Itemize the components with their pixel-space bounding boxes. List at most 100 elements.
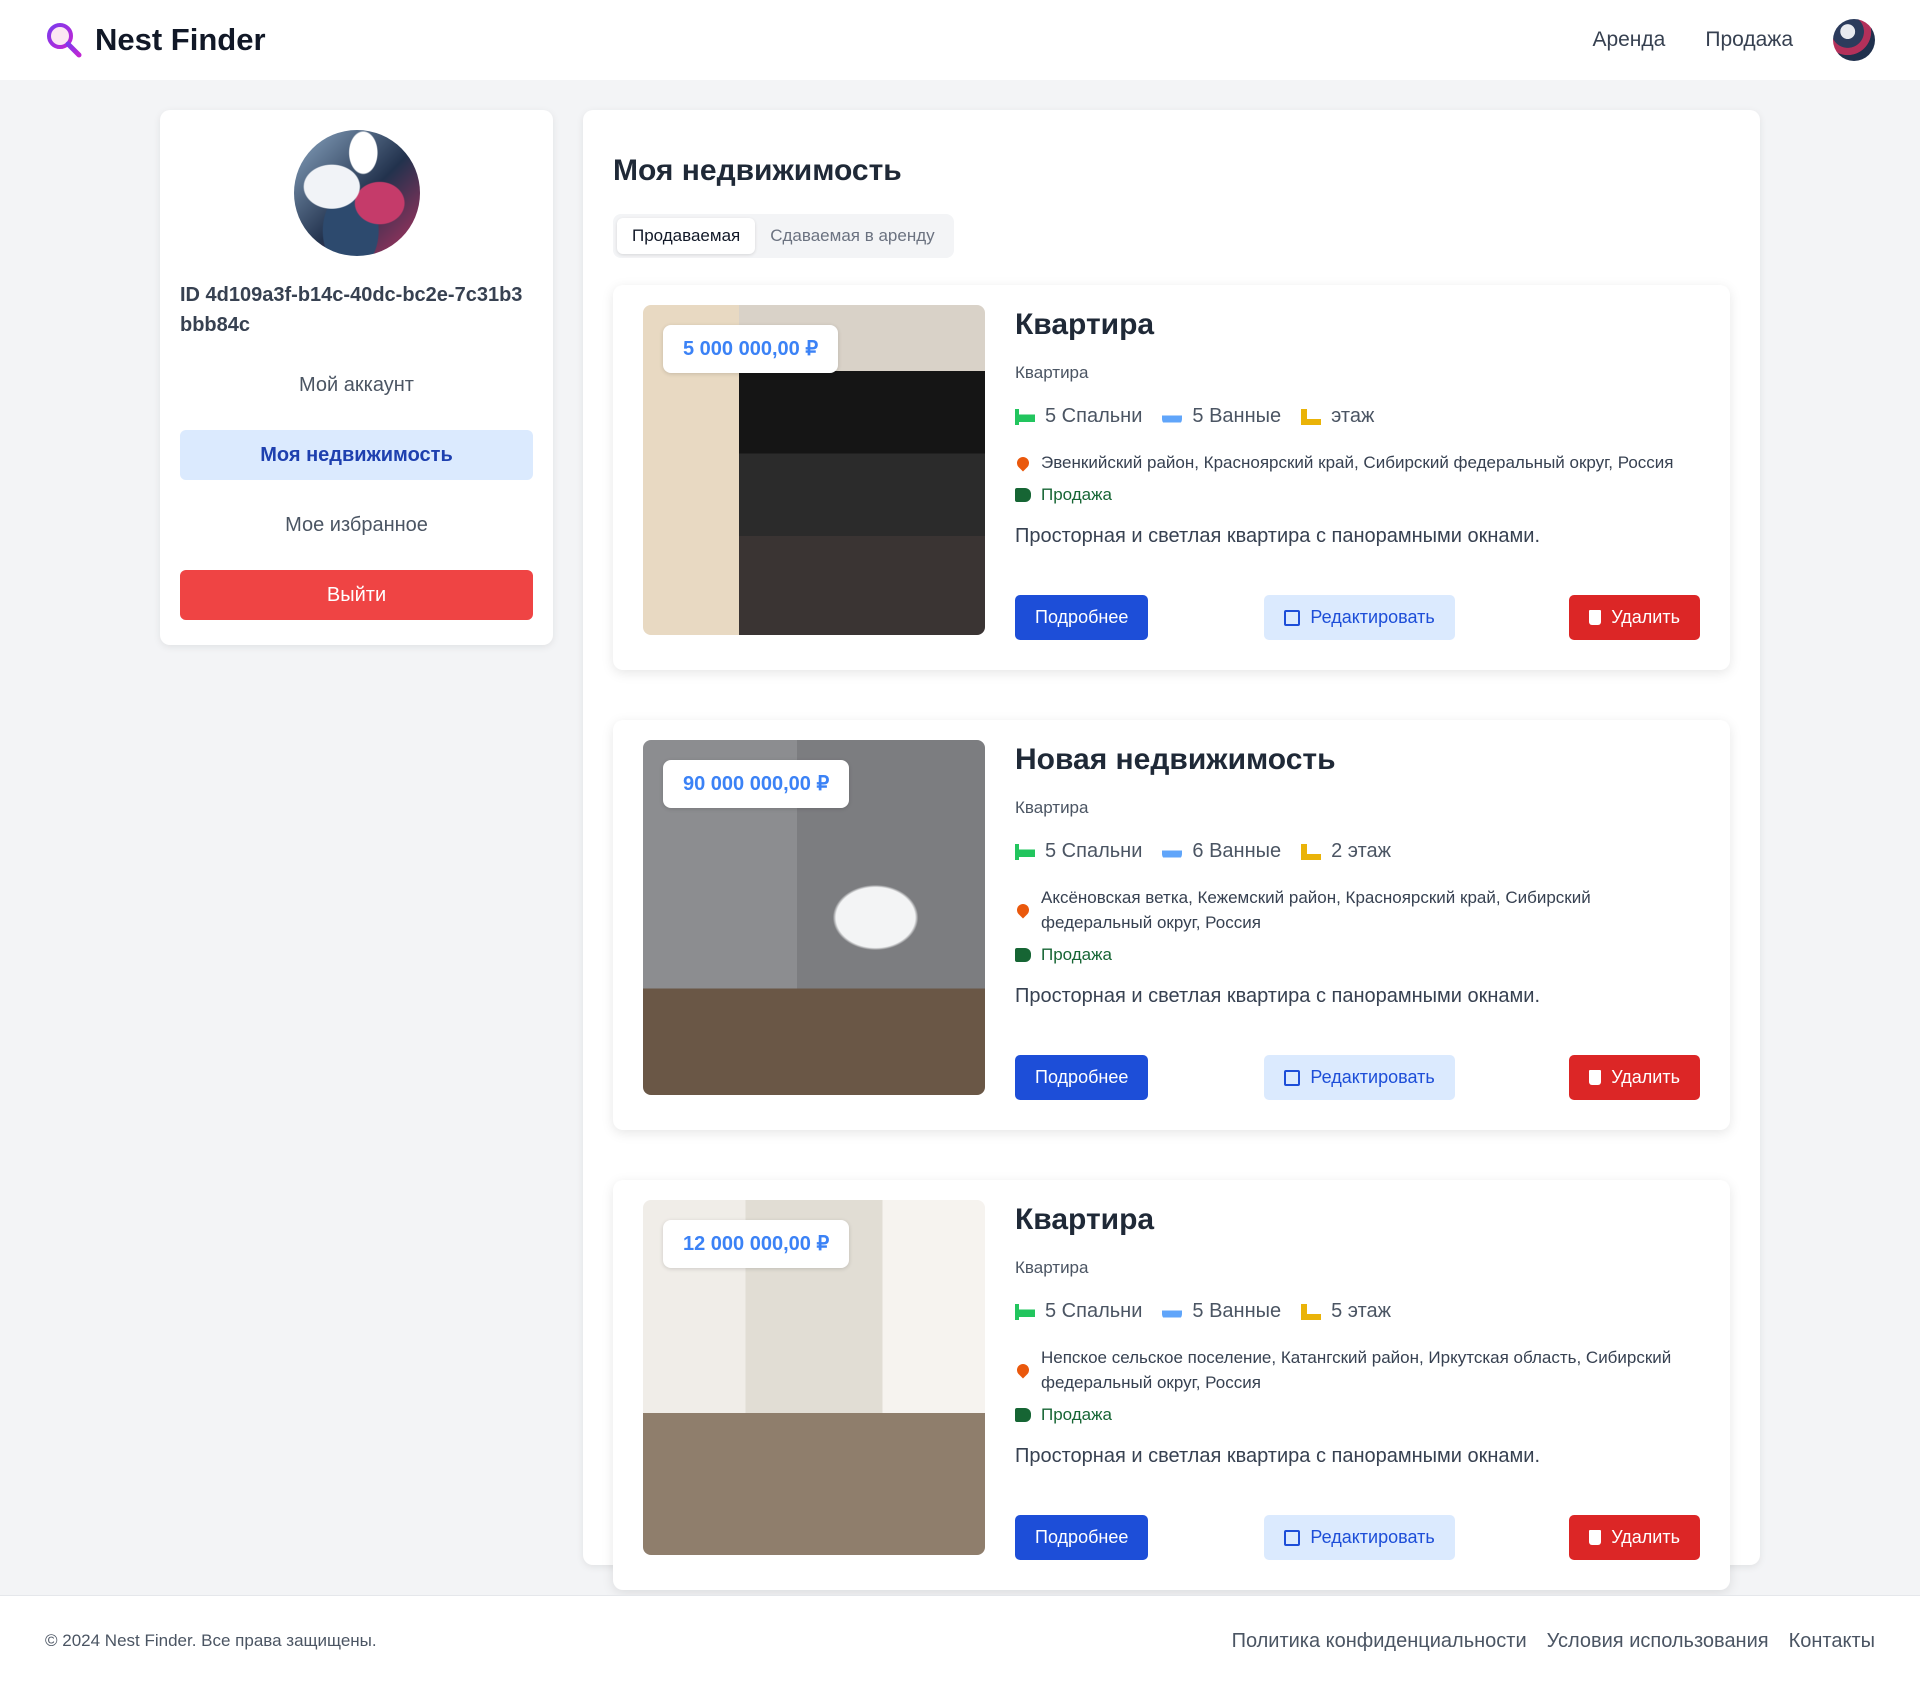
listing-tabs: Продаваемая Сдаваемая в аренду xyxy=(613,214,954,258)
details-button[interactable]: Подробнее xyxy=(1015,1515,1149,1560)
listing-body: Новая недвижимость Квартира 5 Спальни 6 … xyxy=(1014,740,1700,1100)
edit-label: Редактировать xyxy=(1310,607,1435,627)
listing-body: Квартира Квартира 5 Спальни 5 Ванные 5 э… xyxy=(1014,1200,1700,1560)
bedrooms: 5 Спальни xyxy=(1015,1300,1142,1323)
copyright: © 2024 Nest Finder. Все права защищены. xyxy=(45,1631,377,1650)
listing-actions: Подробнее Редактировать Удалить xyxy=(1015,1515,1700,1560)
listing-deal-type: Продажа xyxy=(1015,945,1700,965)
listing-title: Квартира xyxy=(1015,308,1155,341)
nav-rent[interactable]: Аренда xyxy=(1592,28,1665,52)
delete-label: Удалить xyxy=(1611,1067,1680,1087)
listing-actions: Подробнее Редактировать Удалить xyxy=(1015,1055,1700,1100)
bathrooms-value: 5 Ванные xyxy=(1192,1300,1282,1322)
listing-photo[interactable]: 12 000 000,00 ₽ xyxy=(643,1200,985,1555)
edit-icon xyxy=(1284,1529,1301,1546)
floor: 5 этаж xyxy=(1301,1300,1391,1323)
nav-sale[interactable]: Продажа xyxy=(1705,28,1793,52)
logo-text: Nest Finder xyxy=(95,22,266,57)
bedrooms: 5 Спальни xyxy=(1015,840,1142,863)
listing-photo[interactable]: 5 000 000,00 ₽ xyxy=(643,305,985,635)
listing-features: 5 Спальни 6 Ванные 2 этаж xyxy=(1015,840,1700,863)
search-logo-icon xyxy=(47,23,82,58)
listing-type: Квартира xyxy=(1015,1258,1089,1277)
floor-value: 5 этаж xyxy=(1331,1300,1392,1322)
deal-type-text: Продажа xyxy=(1041,1405,1112,1424)
listing-type: Квартира xyxy=(1015,798,1089,817)
location-pin-icon xyxy=(1014,454,1032,471)
listing-description: Просторная и светлая квартира с панорамн… xyxy=(1015,1445,1541,1467)
bathrooms: 5 Ванные xyxy=(1162,405,1281,428)
trash-icon xyxy=(1589,1070,1602,1085)
bedrooms: 5 Спальни xyxy=(1015,405,1142,428)
footer-link-contacts[interactable]: Контакты xyxy=(1789,1630,1875,1653)
listing-location: Непское сельское поселение, Катангский р… xyxy=(1014,1345,1700,1395)
bathrooms: 5 Ванные xyxy=(1162,1300,1281,1323)
bed-icon xyxy=(1015,408,1035,425)
listing-cards: 5 000 000,00 ₽ Квартира Квартира 5 Спаль… xyxy=(613,285,1730,1640)
details-button[interactable]: Подробнее xyxy=(1015,1055,1149,1100)
listing-actions: Подробнее Редактировать Удалить xyxy=(1015,595,1700,640)
edit-icon xyxy=(1284,1069,1301,1086)
trash-icon xyxy=(1589,610,1602,625)
listing-description: Просторная и светлая квартира с панорамн… xyxy=(1015,525,1541,547)
my-property-panel: Моя недвижимость Продаваемая Сдаваемая в… xyxy=(583,110,1760,1590)
floor: этаж xyxy=(1301,405,1374,428)
ruler-icon xyxy=(1301,843,1322,860)
sidebar-item-my-property[interactable]: Моя недвижимость xyxy=(180,430,533,480)
logout-button[interactable]: Выйти xyxy=(180,570,533,620)
edit-label: Редактировать xyxy=(1310,1527,1435,1547)
delete-label: Удалить xyxy=(1611,1527,1680,1547)
tab-for-sale[interactable]: Продаваемая xyxy=(617,218,756,254)
location-pin-icon xyxy=(1014,1361,1032,1379)
footer-link-terms[interactable]: Условия использования xyxy=(1547,1630,1769,1653)
edit-button[interactable]: Редактировать xyxy=(1264,595,1455,640)
bed-icon xyxy=(1015,843,1035,860)
listing-type: Квартира xyxy=(1015,363,1089,382)
footer-links: Политика конфиденциальности Условия испо… xyxy=(1232,1630,1875,1653)
bedrooms-value: 5 Спальни xyxy=(1045,840,1143,862)
bathrooms: 6 Ванные xyxy=(1162,840,1281,863)
sidebar-item-account[interactable]: Мой аккаунт xyxy=(180,360,533,410)
footer-link-privacy[interactable]: Политика конфиденциальности xyxy=(1232,1630,1527,1653)
bedrooms-value: 5 Спальни xyxy=(1045,1300,1143,1322)
delete-label: Удалить xyxy=(1611,607,1680,627)
bathrooms-value: 6 Ванные xyxy=(1192,840,1282,862)
edit-button[interactable]: Редактировать xyxy=(1264,1055,1455,1100)
floor: 2 этаж xyxy=(1301,840,1391,863)
listing-photo[interactable]: 90 000 000,00 ₽ xyxy=(643,740,985,1095)
user-avatar[interactable] xyxy=(1833,19,1875,61)
edit-button[interactable]: Редактировать xyxy=(1264,1515,1455,1560)
listing-features: 5 Спальни 5 Ванные этаж xyxy=(1015,405,1700,428)
price-badge: 90 000 000,00 ₽ xyxy=(663,760,850,808)
location-text: Непское сельское поселение, Катангский р… xyxy=(1041,1348,1672,1392)
delete-button[interactable]: Удалить xyxy=(1569,1515,1700,1560)
footer: © 2024 Nest Finder. Все права защищены. … xyxy=(0,1595,1920,1686)
tab-for-rent[interactable]: Сдаваемая в аренду xyxy=(755,218,949,254)
edit-label: Редактировать xyxy=(1310,1067,1435,1087)
page-title: Моя недвижимость xyxy=(613,154,902,187)
listing-location: Аксёновская ветка, Кежемский район, Крас… xyxy=(1014,885,1700,935)
listing-description: Просторная и светлая квартира с панорамн… xyxy=(1015,985,1541,1007)
delete-button[interactable]: Удалить xyxy=(1569,1055,1700,1100)
profile-avatar xyxy=(293,130,420,256)
delete-button[interactable]: Удалить xyxy=(1569,595,1700,640)
bed-icon xyxy=(1015,1303,1035,1320)
tag-icon xyxy=(1015,1408,1031,1422)
user-id: ID 4d109a3f-b14c-40dc-bc2e-7c31b3bbb84c xyxy=(180,284,523,336)
listing-card: 90 000 000,00 ₽ Новая недвижимость Кварт… xyxy=(613,720,1730,1130)
listing-body: Квартира Квартира 5 Спальни 5 Ванные эта… xyxy=(1014,305,1700,640)
sidebar-item-favorites[interactable]: Мое избранное xyxy=(180,500,533,550)
bath-icon xyxy=(1162,408,1183,425)
trash-icon xyxy=(1589,1530,1602,1545)
location-text: Эвенкийский район, Красноярский край, Си… xyxy=(1041,453,1674,472)
details-button[interactable]: Подробнее xyxy=(1015,595,1149,640)
floor-value: этаж xyxy=(1331,405,1375,427)
price-badge: 5 000 000,00 ₽ xyxy=(663,325,839,373)
logo[interactable]: Nest Finder xyxy=(45,21,266,59)
bathrooms-value: 5 Ванные xyxy=(1192,405,1282,427)
bedrooms-value: 5 Спальни xyxy=(1045,405,1143,427)
ruler-icon xyxy=(1301,408,1322,425)
tag-icon xyxy=(1015,948,1031,962)
deal-type-text: Продажа xyxy=(1041,945,1112,964)
listing-title: Новая недвижимость xyxy=(1015,743,1336,776)
